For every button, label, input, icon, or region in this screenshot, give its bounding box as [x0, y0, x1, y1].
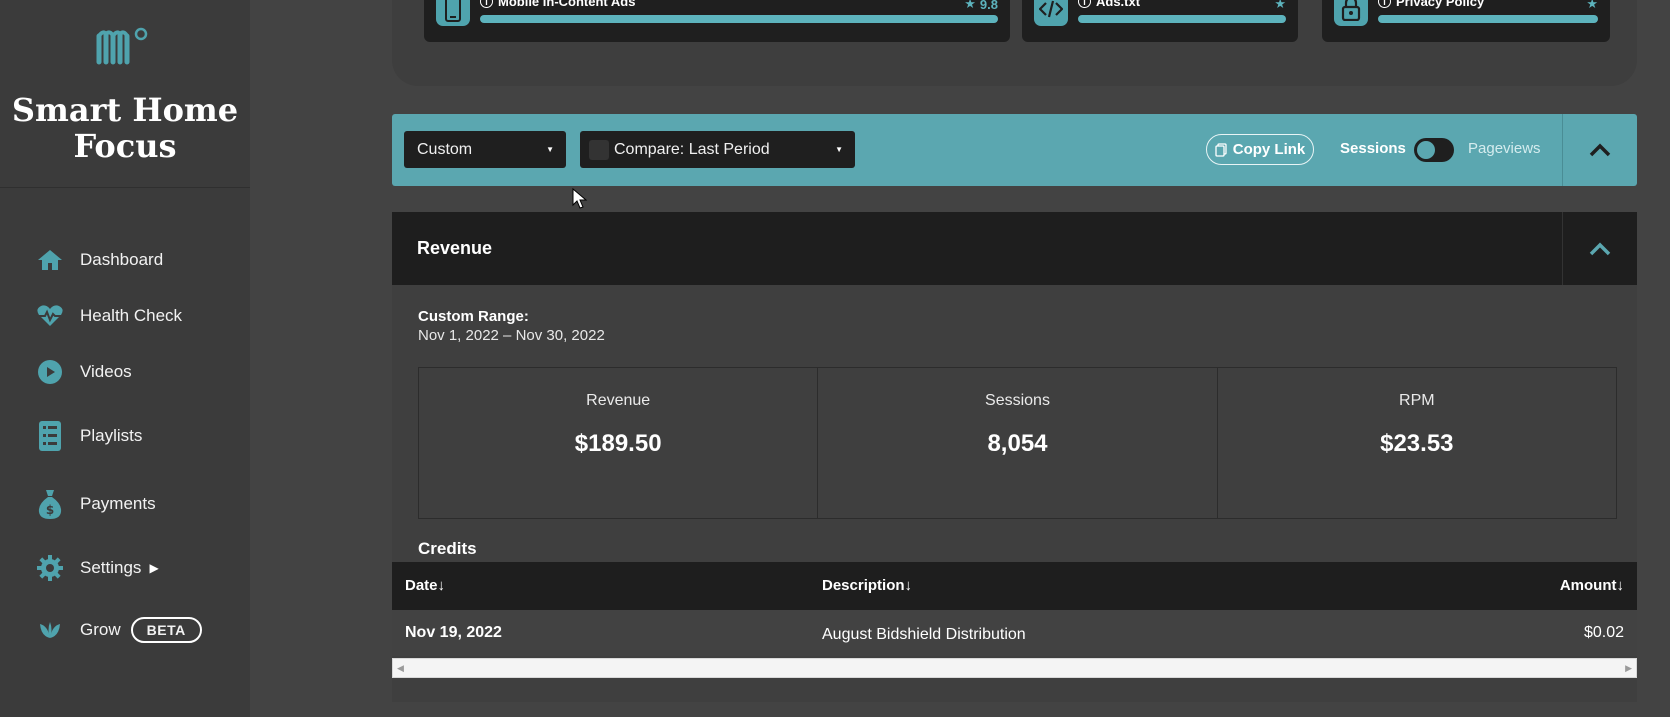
scroll-right-icon[interactable]: ▶	[1625, 663, 1632, 674]
stat-revenue: Revenue $189.50	[419, 368, 819, 518]
health-score-bar	[480, 15, 998, 23]
column-header-amount[interactable]: Amount↓	[1560, 577, 1624, 594]
dropdown-arrow-icon: ▼	[546, 145, 554, 154]
info-icon[interactable]: i	[1078, 0, 1091, 8]
health-card-ads-txt[interactable]: i Ads.txt ★	[1022, 0, 1298, 42]
money-bag-icon: $	[36, 490, 64, 519]
revenue-panel: Revenue Custom Range: Nov 1, 2022 – Nov …	[392, 212, 1637, 702]
sidebar-item-label: Playlists	[80, 426, 143, 445]
stat-value: 8,054	[987, 430, 1048, 457]
sidebar-item-videos[interactable]: Videos	[36, 356, 132, 388]
credits-title: Credits	[418, 539, 477, 558]
credits-table-header: Date↓ Description↓ Amount↓	[392, 562, 1637, 610]
compare-select[interactable]: Compare: Last Period ▼	[580, 131, 855, 168]
panel-title: Revenue	[417, 238, 493, 258]
custom-range-value: Nov 1, 2022 – Nov 30, 2022	[418, 327, 605, 344]
svg-text:$: $	[46, 503, 54, 517]
brand-header: Smart Home Focus	[0, 0, 250, 188]
health-card-mobile-ads[interactable]: i Mobile In-Content Ads ★ 9.8	[424, 0, 1010, 42]
info-icon[interactable]: i	[1378, 0, 1391, 8]
cell-description: August Bidshield Distribution	[822, 626, 1026, 643]
chevron-up-icon	[1589, 143, 1611, 157]
sidebar-item-health-check[interactable]: Health Check	[36, 300, 182, 332]
caret-right-icon: ▶	[149, 561, 159, 575]
copy-icon	[1215, 142, 1227, 157]
gear-icon	[36, 554, 64, 582]
beta-badge: BETA	[130, 617, 202, 643]
play-circle-icon	[36, 358, 64, 386]
sidebar-item-label: Grow	[80, 620, 121, 639]
brand-logo-icon[interactable]	[96, 26, 150, 66]
health-score-bar	[1078, 15, 1286, 23]
heartbeat-icon	[36, 302, 64, 330]
home-icon	[36, 246, 64, 274]
cell-date: Nov 19, 2022	[405, 624, 502, 641]
dropdown-arrow-icon: ▼	[835, 145, 843, 154]
sidebar-item-settings[interactable]: Settings ▶	[36, 552, 159, 584]
stat-value: $23.53	[1380, 430, 1454, 457]
health-card-title: i Privacy Policy	[1378, 0, 1484, 9]
sidebar-item-label: Payments	[80, 494, 156, 513]
revenue-collapse-button[interactable]	[1562, 212, 1637, 285]
stat-label: RPM	[1399, 392, 1435, 409]
health-card-privacy-policy[interactable]: i Privacy Policy ★	[1322, 0, 1610, 42]
sidebar-item-label: Videos	[80, 362, 132, 381]
health-score: ★ 9.8	[964, 0, 998, 12]
copy-link-label: Copy Link	[1232, 141, 1306, 158]
sidebar-item-label: Settings	[80, 558, 142, 577]
mouse-cursor-icon	[572, 188, 588, 209]
stat-rpm: RPM $23.53	[1218, 368, 1616, 518]
column-header-date[interactable]: Date↓	[405, 577, 445, 594]
info-icon[interactable]: i	[480, 0, 493, 8]
health-score-bar	[1378, 15, 1598, 23]
health-check-summary: i Mobile In-Content Ads ★ 9.8 i Ads.txt …	[392, 0, 1637, 86]
filter-bar: Custom ▼ Compare: Last Period ▼ Copy Lin…	[392, 114, 1637, 186]
sidebar-item-label: Health Check	[80, 306, 183, 325]
code-icon	[1034, 0, 1068, 26]
site-name: Smart Home Focus	[11, 91, 239, 165]
chevron-up-icon	[1589, 242, 1611, 255]
compare-value: Compare: Last Period	[614, 140, 770, 158]
sidebar: Smart Home Focus Dashboard Health Check …	[0, 0, 250, 717]
stat-sessions: Sessions 8,054	[818, 368, 1218, 518]
sessions-pageviews-toggle[interactable]	[1414, 138, 1454, 162]
sidebar-item-grow[interactable]: Grow BETA	[36, 614, 202, 646]
toggle-knob	[1417, 141, 1435, 159]
stat-label: Sessions	[985, 392, 1050, 409]
revenue-panel-header: Revenue	[392, 212, 1637, 285]
sidebar-item-label: Dashboard	[80, 250, 164, 269]
stat-label: Revenue	[586, 392, 651, 409]
custom-range-label: Custom Range:	[418, 308, 529, 325]
health-score-value: 9.8	[979, 0, 998, 12]
compare-checkbox[interactable]	[589, 139, 609, 160]
leaf-icon	[36, 616, 64, 644]
date-range-select[interactable]: Custom ▼	[404, 131, 566, 168]
health-card-title-text: Ads.txt	[1096, 0, 1141, 9]
health-card-title: i Ads.txt	[1078, 0, 1140, 9]
health-card-title: i Mobile In-Content Ads	[480, 0, 635, 9]
pageviews-toggle-label[interactable]: Pageviews	[1468, 140, 1541, 157]
star-icon: ★	[964, 0, 976, 11]
sidebar-item-playlists[interactable]: Playlists	[36, 420, 142, 452]
sidebar-item-payments[interactable]: $ Payments	[36, 488, 156, 520]
lock-icon	[1334, 0, 1368, 26]
horizontal-scrollbar[interactable]: ◀ ▶	[392, 658, 1637, 678]
filter-collapse-button[interactable]	[1562, 114, 1637, 186]
list-icon	[36, 421, 64, 451]
sessions-toggle-label[interactable]: Sessions	[1340, 140, 1406, 157]
star-icon: ★	[1586, 0, 1598, 11]
revenue-stats: Revenue $189.50 Sessions 8,054 RPM $23.5…	[418, 367, 1617, 519]
sidebar-item-dashboard[interactable]: Dashboard	[36, 244, 163, 276]
mobile-icon	[436, 0, 470, 26]
copy-link-button[interactable]: Copy Link	[1206, 134, 1314, 165]
health-card-title-text: Mobile In-Content Ads	[498, 0, 636, 9]
scroll-left-icon[interactable]: ◀	[397, 663, 404, 674]
column-header-description[interactable]: Description↓	[822, 577, 912, 594]
stat-value: $189.50	[574, 430, 662, 457]
star-icon: ★	[1274, 0, 1286, 11]
cell-amount: $0.02	[1583, 624, 1624, 641]
health-card-title-text: Privacy Policy	[1396, 0, 1485, 9]
table-row: Nov 19, 2022 August Bidshield Distributi…	[392, 610, 1637, 656]
date-range-value: Custom	[417, 140, 473, 158]
